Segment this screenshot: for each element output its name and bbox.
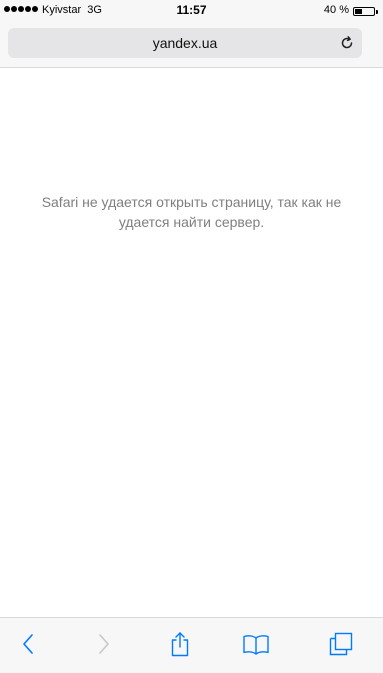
- back-button[interactable]: [12, 628, 44, 660]
- battery-tip: [376, 10, 378, 14]
- browser-header: Kyivstar 3G 11:57 40 % yandex.ua: [0, 0, 383, 68]
- address-bar[interactable]: yandex.ua: [8, 28, 362, 58]
- share-icon: [171, 632, 189, 657]
- chevron-right-icon: [99, 634, 109, 654]
- tabs-button[interactable]: [325, 628, 357, 660]
- reload-icon[interactable]: [338, 34, 356, 52]
- battery-percent: 40 %: [323, 4, 349, 16]
- forward-button[interactable]: [88, 628, 120, 660]
- share-button[interactable]: [164, 628, 196, 660]
- bookmarks-button[interactable]: [240, 628, 272, 660]
- error-message: Safari не удается открыть страницу, так …: [41, 194, 342, 230]
- battery-icon: [353, 7, 375, 16]
- chevron-left-icon: [23, 634, 33, 654]
- bottom-toolbar: [0, 617, 383, 673]
- tabs-icon: [329, 632, 353, 656]
- url-text[interactable]: yandex.ua: [8, 35, 362, 51]
- battery-level: [355, 9, 362, 14]
- book-icon: [243, 635, 269, 655]
- status-bar: Kyivstar 3G 11:57 40 %: [0, 0, 383, 22]
